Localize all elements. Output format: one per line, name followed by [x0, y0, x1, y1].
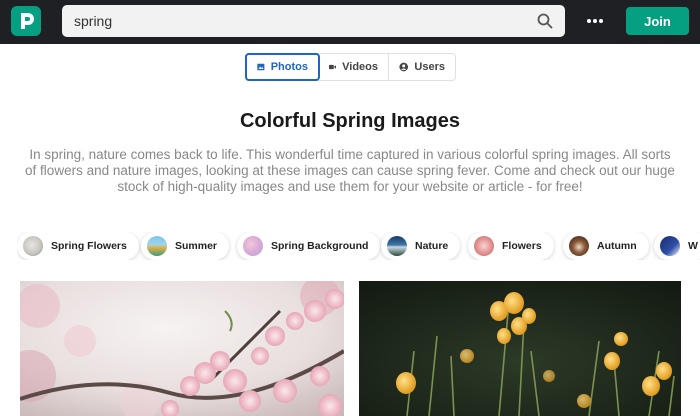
chip-label: W [688, 240, 698, 252]
tab-videos[interactable]: Videos [319, 54, 389, 80]
tab-photos[interactable]: Photos [245, 53, 320, 81]
chip-autumn[interactable]: Autumn [563, 232, 649, 260]
chip-label: Spring Flowers [51, 240, 127, 252]
photo-image [20, 281, 344, 416]
chip-thumbnail [474, 236, 494, 256]
chip-label: Nature [415, 240, 449, 252]
video-camera-icon [329, 64, 337, 70]
image-icon [257, 63, 265, 71]
page-title: Colorful Spring Images [239, 110, 461, 132]
chip-thumbnail [243, 236, 263, 256]
search-input[interactable] [62, 5, 532, 37]
chip-summer[interactable]: Summer [141, 232, 230, 260]
user-circle-icon [399, 62, 409, 72]
tab-videos-label: Videos [342, 61, 378, 73]
chip-spring-flowers[interactable]: Spring Flowers [17, 232, 139, 260]
chip-thumbnail [23, 236, 43, 256]
join-button[interactable]: Join [626, 7, 689, 35]
more-options-icon[interactable] [584, 12, 606, 30]
page-description: In spring, nature comes back to life. Th… [25, 147, 675, 194]
chip-label: Spring Background [271, 240, 369, 252]
logo-icon [21, 13, 34, 29]
tab-photos-label: Photos [270, 61, 308, 73]
media-type-tabs: Photos Videos Users [245, 53, 456, 81]
chip-label: Summer [175, 240, 218, 252]
chip-w[interactable]: W [654, 232, 700, 260]
logo[interactable] [11, 6, 41, 36]
tab-users-label: Users [414, 61, 445, 73]
chip-thumbnail [387, 236, 407, 256]
chip-thumbnail [660, 236, 680, 256]
chip-nature[interactable]: Nature [381, 232, 461, 260]
chip-flowers[interactable]: Flowers [468, 232, 554, 260]
chip-spring-background[interactable]: Spring Background [237, 232, 381, 260]
chip-thumbnail [147, 236, 167, 256]
photo-yellow-flowers[interactable] [359, 281, 681, 416]
related-searches-carousel: Spring Flowers Summer Spring Background … [17, 232, 700, 260]
search-icon[interactable] [537, 13, 553, 29]
chip-thumbnail [569, 236, 589, 256]
tab-users[interactable]: Users [389, 54, 455, 80]
chip-label: Autumn [597, 240, 637, 252]
photo-image [359, 281, 681, 416]
search-bar [62, 5, 565, 37]
photo-cherry-blossom[interactable] [20, 281, 344, 416]
chip-label: Flowers [502, 240, 542, 252]
top-navigation-bar: Join [0, 0, 700, 44]
